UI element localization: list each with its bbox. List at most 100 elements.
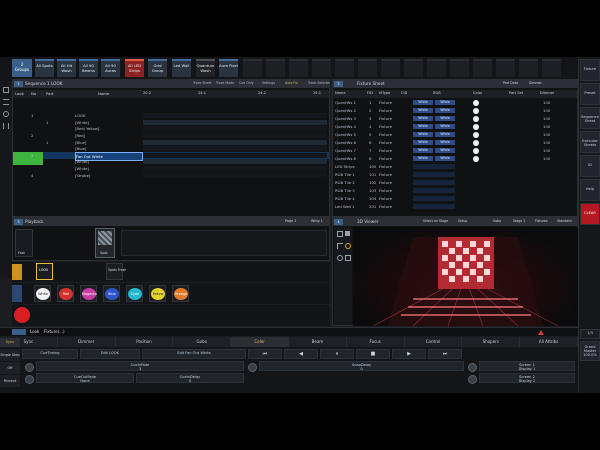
color-preset[interactable]: Magenta: [80, 285, 97, 302]
grand-master[interactable]: Grand Master 100.0%: [580, 341, 600, 361]
group-empty[interactable]: [542, 59, 561, 77]
edit-cue-button[interactable]: Edit Fan Out White: [142, 349, 246, 359]
encoder-tab[interactable]: Position: [116, 337, 174, 347]
group-empty[interactable]: [335, 59, 354, 77]
encoder-cue-out-fade[interactable]: CueOutFade None: [36, 373, 134, 383]
track-sheet-button[interactable]: Track Sheet: [193, 81, 215, 85]
color-preset[interactable]: Blue: [103, 285, 120, 302]
fixture-row[interactable]: RGB Tile 1 101 Fixture: [333, 171, 577, 178]
group-empty[interactable]: [266, 59, 285, 77]
sequence-sheet-button[interactable]: Sequence Sheet: [580, 107, 600, 129]
gobo-button[interactable]: Gobo: [493, 219, 501, 223]
settings-button[interactable]: Settings: [262, 81, 284, 85]
group-empty[interactable]: [450, 59, 469, 77]
page-button[interactable]: Page 1: [285, 219, 296, 223]
stage-button[interactable]: Stage 1: [513, 219, 525, 223]
fixture-row[interactable]: RGB Tile 2 102 Fixture: [333, 179, 577, 186]
group-empty[interactable]: [404, 59, 423, 77]
color-preset[interactable]: Red: [57, 285, 74, 302]
dimmer-button[interactable]: Dimmer: [529, 81, 553, 85]
encoder-cue-in-delay[interactable]: CueInDelay 0: [136, 373, 244, 383]
standard-button[interactable]: Standard: [557, 219, 572, 223]
command-input[interactable]: Fixture(...): [44, 329, 244, 334]
group-empty[interactable]: [358, 59, 377, 77]
fixture-row[interactable]: QuantWs 7 7 Fixture White White 100: [333, 147, 577, 154]
playback-fader-fast[interactable]: Fast: [15, 229, 33, 257]
fixture-row[interactable]: QuantWs 4 4 Fixture White White 100: [333, 123, 577, 130]
encoder-screen-2[interactable]: Screen 2 Display 2: [479, 373, 575, 383]
encoder-tab[interactable]: All Attribs: [520, 337, 578, 347]
fixture-view-button[interactable]: Fixture: [580, 59, 600, 81]
encoder-knob[interactable]: [25, 363, 34, 372]
rotate-icon[interactable]: [345, 243, 351, 249]
percent-button[interactable]: Percent: [0, 375, 20, 387]
playback-executor-spot[interactable]: Spot: [95, 228, 115, 258]
record-icon[interactable]: [14, 307, 30, 323]
color-preset[interactable]: Cyan: [126, 285, 143, 302]
executor-sheets-button[interactable]: Executor Sheets: [580, 131, 600, 153]
fixture-row[interactable]: RGB Tile 3 103 Fixture: [333, 187, 577, 194]
encoder-snap-delay[interactable]: SnapDelay 0: [259, 361, 464, 371]
fixtures-button[interactable]: Fixtures: [535, 219, 548, 223]
encoder-tab[interactable]: Dimmer: [58, 337, 116, 347]
look-pool-item[interactable]: Spots Fresh: [106, 263, 126, 280]
cursor-icon[interactable]: [3, 87, 9, 93]
wing-button[interactable]: Wing 1: [311, 219, 323, 223]
select-on-stage-button[interactable]: Select on Stage: [423, 219, 449, 223]
encoder-tab[interactable]: Control: [405, 337, 463, 347]
menu-icon[interactable]: [3, 99, 9, 105]
fixture-row[interactable]: QuantWs 6 6 Fixture White White 100: [333, 139, 577, 146]
encoder-knob[interactable]: [25, 375, 34, 384]
sync-side-button[interactable]: Sync: [0, 338, 20, 347]
skip-back-icon[interactable]: ⏮: [248, 349, 282, 359]
color-preset[interactable]: Orange: [172, 285, 189, 302]
look-pool-item[interactable]: LOOK: [36, 263, 53, 280]
encoder-tab[interactable]: Focus: [347, 337, 405, 347]
setup-button[interactable]: Setup: [458, 219, 467, 223]
clear-button[interactable]: CLEAR: [580, 203, 600, 225]
encoder-tab[interactable]: Beam: [289, 337, 347, 347]
group-empty[interactable]: [381, 59, 400, 77]
encoder-knob[interactable]: [468, 363, 477, 372]
camera-icon[interactable]: [345, 231, 350, 236]
group-all-90-beams[interactable]: All 90 Beams: [79, 59, 98, 77]
group-empty[interactable]: [312, 59, 331, 77]
color-preset[interactable]: White: [34, 285, 51, 302]
auto-fix-button[interactable]: Auto Fix: [285, 81, 307, 85]
prev-icon[interactable]: ◀: [284, 349, 318, 359]
list-icon[interactable]: [3, 123, 9, 129]
encoder-knob[interactable]: [248, 363, 257, 372]
fixture-row[interactable]: Led Wall 1 201 Fixture: [333, 203, 577, 210]
groups-tag[interactable]: 2 Groups: [12, 59, 32, 77]
encoder-tab[interactable]: Gobo: [173, 337, 232, 347]
fixture-row[interactable]: QuantWs 1 1 Fixture White White 100: [333, 99, 577, 106]
group-empty[interactable]: [496, 59, 515, 77]
encoder-tab[interactable]: Shapers: [462, 337, 521, 347]
encoder-cue-in-fade[interactable]: CueInFade 3: [36, 361, 244, 371]
group-empty[interactable]: [473, 59, 492, 77]
screen-id-button[interactable]: 1/3: [580, 329, 600, 339]
next-icon[interactable]: ▶: [392, 349, 426, 359]
group-all-spots[interactable]: All Spots: [35, 59, 54, 77]
id-button[interactable]: ID: [580, 155, 600, 177]
fixture-row[interactable]: RGB Tile 4 104 Fixture: [333, 195, 577, 202]
group-empty[interactable]: [243, 59, 262, 77]
fixture-row[interactable]: LED Strips 100 Fixture: [333, 163, 577, 170]
move-icon[interactable]: [337, 231, 343, 237]
gear-icon[interactable]: [3, 111, 9, 117]
cue-timing-button[interactable]: CueTiming: [22, 349, 78, 359]
encoder-knob[interactable]: [468, 375, 477, 384]
preset-view-button[interactable]: Preset: [580, 83, 600, 105]
group-grid-group[interactable]: Grid Group: [148, 59, 167, 77]
single-step-button[interactable]: Single Step: [0, 349, 20, 361]
stop-icon[interactable]: ■: [356, 349, 390, 359]
group-aura-pixel[interactable]: Aura Pixel: [219, 59, 238, 77]
color-preset[interactable]: Yellow: [149, 285, 166, 302]
sequence-row[interactable]: 4 [Strobe]: [13, 172, 329, 179]
pan-icon[interactable]: [345, 255, 351, 261]
group-all-hit-wash[interactable]: All Hit Wash: [57, 59, 76, 77]
group-empty[interactable]: [427, 59, 446, 77]
group-all-90-auras[interactable]: All 90 Auras: [101, 59, 120, 77]
track-selected-button[interactable]: Track Selected: [308, 81, 330, 85]
track-mode-button[interactable]: Track Mode: [216, 81, 238, 85]
